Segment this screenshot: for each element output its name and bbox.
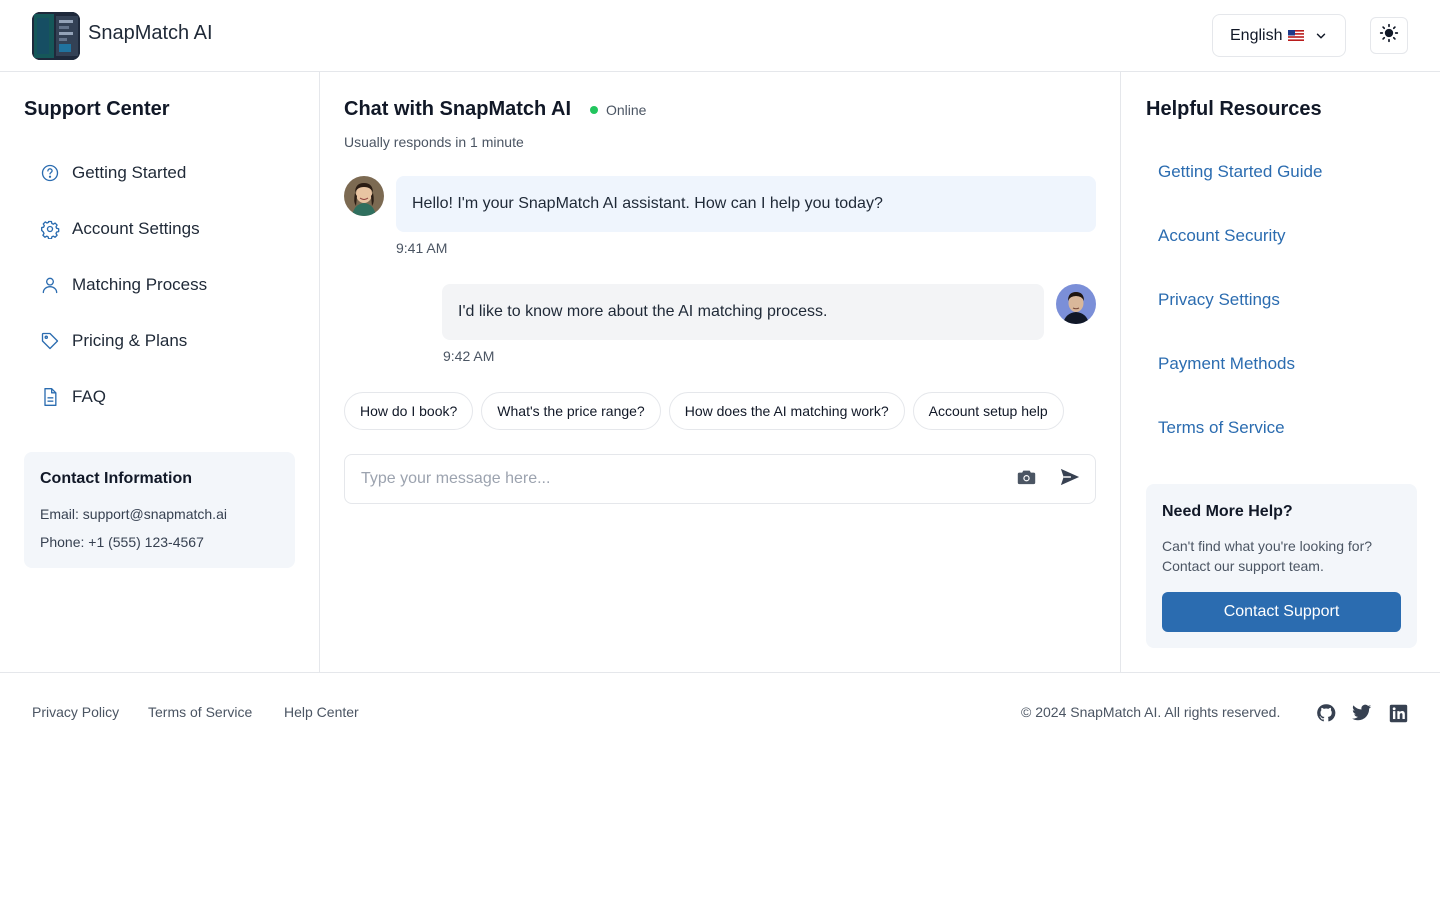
suggestion-chip[interactable]: How does the AI matching work? bbox=[668, 392, 905, 430]
chevron-down-icon bbox=[1314, 29, 1328, 43]
sidebar-item-label: Account Settings bbox=[72, 219, 200, 238]
online-status: Online bbox=[590, 102, 646, 118]
theme-toggle-button[interactable] bbox=[1370, 17, 1408, 54]
sidebar-item-getting-started[interactable]: Getting Started bbox=[40, 161, 186, 185]
language-selector[interactable]: English bbox=[1212, 14, 1346, 57]
chat-panel: Chat with SnapMatch AI Online Usually re… bbox=[320, 72, 1121, 673]
sun-icon bbox=[1379, 23, 1399, 48]
document-icon bbox=[40, 387, 60, 407]
status-label: Online bbox=[606, 102, 647, 118]
sidebar-item-label: Pricing & Plans bbox=[72, 331, 188, 350]
support-sidebar: Support Center Getting Started Account S… bbox=[0, 72, 320, 673]
resource-link-privacy-settings[interactable]: Privacy Settings bbox=[1158, 290, 1280, 310]
need-help-text: Can't find what you're looking for? Cont… bbox=[1162, 538, 1373, 574]
user-message-time: 9:42 AM bbox=[443, 348, 495, 364]
sidebar-item-pricing-plans[interactable]: Pricing & Plans bbox=[40, 329, 187, 353]
sidebar-item-label: Getting Started bbox=[72, 163, 187, 182]
sidebar-item-matching-process[interactable]: Matching Process bbox=[40, 273, 207, 297]
copyright-text: © 2024 SnapMatch AI. All rights reserved… bbox=[1021, 704, 1281, 720]
need-help-panel: Need More Help? Can't find what you're l… bbox=[1146, 484, 1417, 648]
contact-support-button[interactable]: Contact Support bbox=[1162, 592, 1401, 632]
ai-message-bubble: Hello! I'm your SnapMatch AI assistant. … bbox=[396, 176, 1096, 232]
page-footer: Privacy Policy Terms of Service Help Cen… bbox=[0, 672, 1440, 753]
helpful-resources-title: Helpful Resources bbox=[1146, 98, 1322, 120]
ai-message-text: Hello! I'm your SnapMatch AI assistant. … bbox=[412, 195, 883, 212]
github-icon[interactable] bbox=[1316, 703, 1336, 723]
footer-link-help-center[interactable]: Help Center bbox=[284, 704, 359, 720]
suggestion-chip[interactable]: What's the price range? bbox=[481, 392, 661, 430]
user-avatar bbox=[1056, 284, 1096, 324]
question-circle-icon bbox=[40, 163, 60, 183]
logo-image[interactable] bbox=[32, 12, 80, 60]
footer-link-terms-of-service[interactable]: Terms of Service bbox=[148, 704, 252, 720]
need-help-title: Need More Help? bbox=[1162, 503, 1293, 520]
language-label: English bbox=[1230, 26, 1283, 44]
user-message-text: I'd like to know more about the AI match… bbox=[458, 303, 828, 320]
sidebar-item-label: FAQ bbox=[72, 387, 107, 406]
resources-sidebar: Helpful Resources Getting Started Guide … bbox=[1120, 72, 1440, 673]
tag-icon bbox=[40, 331, 60, 351]
message-composer bbox=[344, 454, 1096, 504]
camera-icon bbox=[1017, 469, 1036, 490]
gear-icon bbox=[40, 219, 60, 239]
suggestion-chip[interactable]: How do I book? bbox=[344, 392, 474, 430]
sidebar-item-account-settings[interactable]: Account Settings bbox=[40, 217, 200, 241]
twitter-icon[interactable] bbox=[1352, 703, 1372, 723]
resource-link-getting-started-guide[interactable]: Getting Started Guide bbox=[1158, 162, 1322, 182]
message-input[interactable] bbox=[345, 455, 985, 503]
suggestion-chips: How do I book? What's the price range? How… bbox=[344, 392, 1096, 432]
brand-name: SnapMatch AI bbox=[88, 22, 213, 44]
contact-info-panel: Contact Information Email: support@snapm… bbox=[24, 452, 295, 568]
camera-button[interactable] bbox=[1016, 469, 1036, 489]
contact-email[interactable]: Email: support@snapmatch.ai bbox=[40, 506, 227, 522]
user-icon bbox=[40, 275, 60, 295]
sidebar-item-label: Matching Process bbox=[72, 275, 208, 294]
resource-link-payment-methods[interactable]: Payment Methods bbox=[1158, 354, 1295, 374]
send-button[interactable] bbox=[1059, 468, 1081, 490]
footer-link-privacy-policy[interactable]: Privacy Policy bbox=[32, 704, 119, 720]
response-time-note: Usually responds in 1 minute bbox=[344, 134, 524, 150]
send-icon bbox=[1059, 467, 1081, 492]
contact-phone[interactable]: Phone: +1 (555) 123-4567 bbox=[40, 534, 204, 550]
support-center-title: Support Center bbox=[24, 98, 170, 120]
us-flag-icon bbox=[1288, 30, 1305, 41]
ai-avatar bbox=[344, 176, 384, 216]
top-header: SnapMatch AI English bbox=[0, 0, 1440, 72]
user-message-bubble: I'd like to know more about the AI match… bbox=[442, 284, 1044, 340]
suggestion-chip[interactable]: Account setup help bbox=[912, 392, 1064, 430]
resource-link-account-security[interactable]: Account Security bbox=[1158, 226, 1286, 246]
ai-message-time: 9:41 AM bbox=[396, 240, 448, 256]
sidebar-item-faq[interactable]: FAQ bbox=[40, 385, 106, 409]
contact-info-title: Contact Information bbox=[40, 470, 192, 487]
online-dot-icon bbox=[590, 106, 598, 114]
linkedin-icon[interactable] bbox=[1388, 703, 1408, 723]
resource-link-terms-of-service[interactable]: Terms of Service bbox=[1158, 418, 1285, 438]
chat-title: Chat with SnapMatch AI bbox=[344, 98, 572, 120]
